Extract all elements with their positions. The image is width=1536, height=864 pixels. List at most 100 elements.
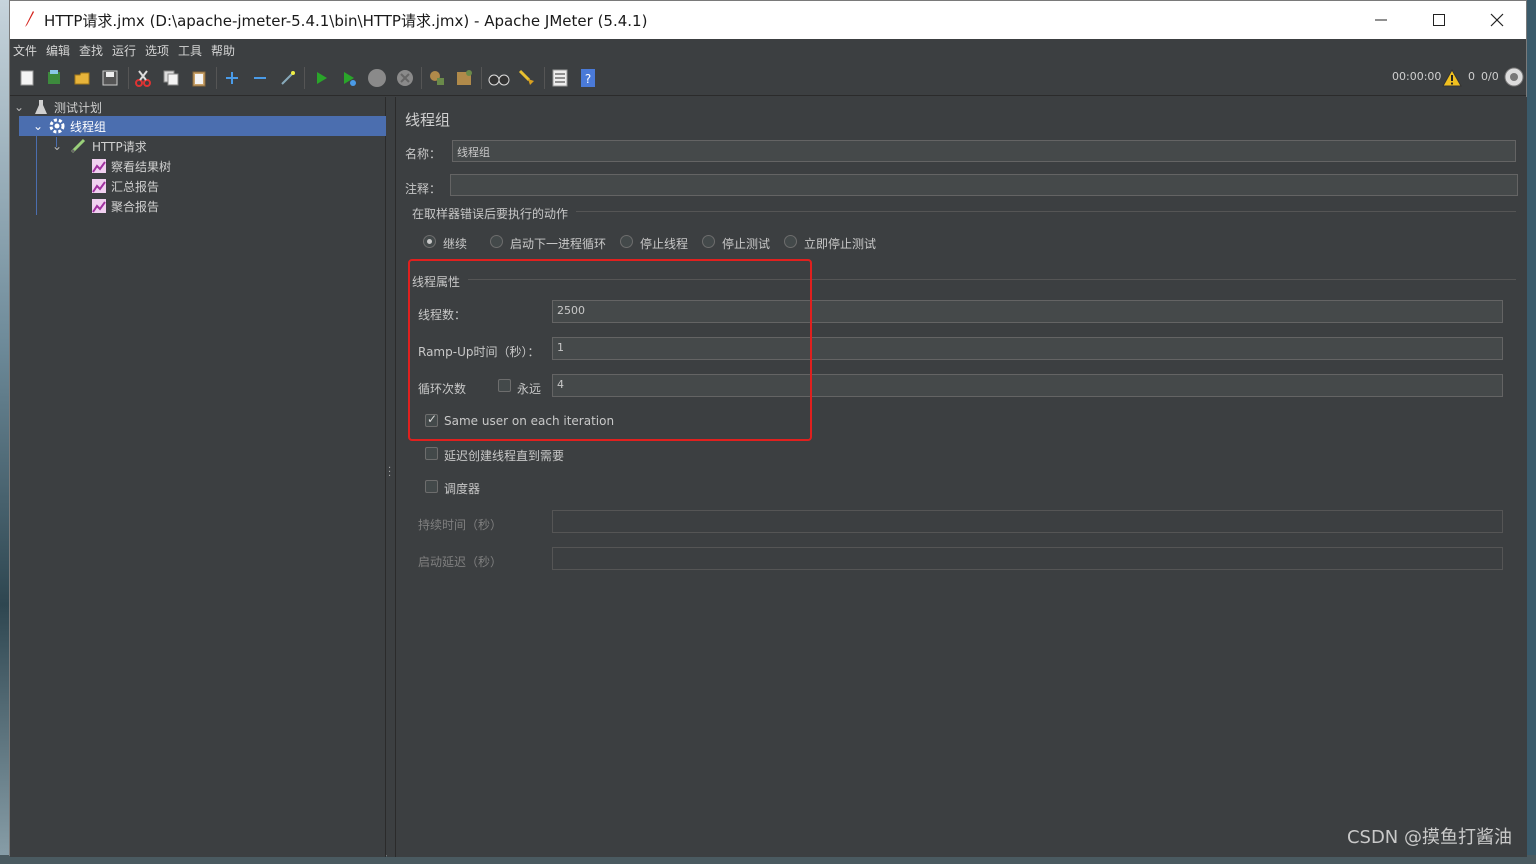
shutdown-icon bbox=[397, 70, 413, 86]
menu-tools[interactable]: 工具 bbox=[178, 42, 202, 59]
duration-input[interactable] bbox=[552, 510, 1503, 533]
chevron-down-icon[interactable]: ⌄ bbox=[52, 139, 66, 153]
plus-icon bbox=[226, 72, 238, 84]
broom-icon bbox=[518, 69, 534, 85]
open-folder-icon bbox=[74, 72, 90, 85]
help-book-icon: ? bbox=[581, 69, 595, 87]
play-icon bbox=[317, 72, 327, 84]
flask-icon bbox=[35, 100, 47, 114]
title-bar: HTTP请求.jmx (D:\apache-jmeter-5.4.1\bin\H… bbox=[10, 1, 1526, 39]
remote-status-icon bbox=[1504, 67, 1524, 87]
panel-heading: 线程组 bbox=[405, 111, 451, 129]
stop-button[interactable] bbox=[366, 67, 388, 89]
reset-search-button[interactable] bbox=[516, 67, 538, 89]
menu-bar: 文件 编辑 查找 运行 选项 工具 帮助 bbox=[10, 39, 1526, 60]
menu-search[interactable]: 查找 bbox=[79, 42, 103, 59]
copy-button[interactable] bbox=[160, 67, 182, 89]
chevron-down-icon[interactable]: ⌄ bbox=[14, 100, 28, 114]
search-button[interactable] bbox=[488, 67, 510, 89]
scissors-icon bbox=[135, 70, 151, 87]
open-button[interactable] bbox=[71, 67, 93, 89]
expand-all-button[interactable] bbox=[221, 67, 243, 89]
copy-icon bbox=[163, 70, 179, 86]
menu-options[interactable]: 选项 bbox=[145, 42, 169, 59]
new-button[interactable] bbox=[16, 67, 38, 89]
tree-item-label: 线程组 bbox=[70, 119, 107, 134]
radio-continue[interactable] bbox=[423, 235, 436, 248]
comment-input[interactable] bbox=[450, 174, 1518, 196]
test-plan-tree: ⌄ 测试计划 ⌄ 线程组 ⌄ HTTP请求 察看结果树 汇总报告 聚合报告 bbox=[10, 97, 386, 857]
menu-help[interactable]: 帮助 bbox=[211, 42, 235, 59]
tree-item-label: 汇总报告 bbox=[111, 179, 160, 194]
new-file-icon bbox=[20, 70, 34, 86]
save-icon bbox=[102, 70, 118, 86]
shutdown-button[interactable] bbox=[394, 67, 416, 89]
clear-button[interactable] bbox=[426, 67, 448, 89]
scheduler-label: 调度器 bbox=[444, 482, 481, 496]
name-label: 名称： bbox=[405, 147, 442, 161]
start-button[interactable] bbox=[310, 67, 332, 89]
function-helper-button[interactable] bbox=[549, 67, 571, 89]
tree-item-label: 测试计划 bbox=[54, 100, 103, 115]
startup-delay-label: 启动延迟（秒） bbox=[418, 555, 503, 569]
clear-all-button[interactable] bbox=[454, 67, 476, 89]
section-divider bbox=[576, 211, 1516, 212]
paste-icon bbox=[192, 71, 206, 87]
radio-stop-thread[interactable] bbox=[620, 235, 633, 248]
clear-all-icon bbox=[457, 70, 472, 85]
templates-button[interactable] bbox=[43, 67, 65, 89]
save-button[interactable] bbox=[99, 67, 121, 89]
tree-item-summary-report[interactable]: 汇总报告 bbox=[10, 176, 386, 196]
tree-item-thread-group[interactable]: ⌄ 线程组 bbox=[19, 116, 386, 136]
split-pane-divider[interactable]: · · · bbox=[387, 97, 396, 857]
radio-stop-test-now[interactable] bbox=[784, 235, 797, 248]
jmeter-window: HTTP请求.jmx (D:\apache-jmeter-5.4.1\bin\H… bbox=[9, 0, 1527, 857]
tree-item-view-results-tree[interactable]: 察看结果树 bbox=[10, 156, 386, 176]
radio-start-next-loop[interactable] bbox=[490, 235, 503, 248]
paste-button[interactable] bbox=[188, 67, 210, 89]
drag-handle-icon: · · · bbox=[388, 463, 392, 482]
startup-delay-input[interactable] bbox=[552, 547, 1503, 570]
play-no-timers-icon bbox=[344, 72, 356, 86]
radio-stop-test[interactable] bbox=[702, 235, 715, 248]
menu-edit[interactable]: 编辑 bbox=[46, 42, 70, 59]
tree-item-test-plan[interactable]: ⌄ 测试计划 bbox=[10, 97, 386, 117]
collapse-all-button[interactable] bbox=[249, 67, 271, 89]
binoculars-icon bbox=[488, 74, 510, 86]
menu-file[interactable]: 文件 bbox=[13, 42, 37, 59]
chevron-down-icon[interactable]: ⌄ bbox=[33, 119, 47, 133]
cut-button[interactable] bbox=[132, 67, 154, 89]
start-no-pause-button[interactable] bbox=[338, 67, 360, 89]
delay-create-label: 延迟创建线程直到需要 bbox=[444, 449, 565, 463]
toggle-button[interactable] bbox=[277, 67, 299, 89]
help-button[interactable]: ? bbox=[577, 67, 599, 89]
minimize-button[interactable] bbox=[1352, 1, 1410, 39]
radio-continue-label: 继续 bbox=[443, 237, 468, 251]
tree-item-label: 察看结果树 bbox=[111, 159, 172, 174]
scheduler-checkbox[interactable] bbox=[425, 480, 438, 493]
highlight-annotation-box bbox=[408, 259, 812, 441]
close-icon bbox=[1490, 13, 1504, 27]
clear-broom-icon bbox=[430, 71, 444, 85]
tree-item-http-request[interactable]: ⌄ HTTP请求 bbox=[10, 136, 386, 156]
thread-group-panel: 线程组 名称： 线程组 注释： 在取样器错误后要执行的动作 继续 启动下一进程循… bbox=[396, 97, 1527, 857]
toggle-wand-icon bbox=[281, 71, 295, 85]
close-button[interactable] bbox=[1468, 1, 1526, 39]
jmeter-feather-icon bbox=[25, 11, 34, 27]
graph-icon bbox=[92, 159, 106, 173]
watermark: CSDN @摸鱼打酱油 bbox=[1346, 827, 1512, 848]
maximize-button[interactable] bbox=[1410, 1, 1468, 39]
warning-count: 0 bbox=[1468, 70, 1475, 83]
delay-create-checkbox[interactable] bbox=[425, 447, 438, 460]
toolbar-separator bbox=[216, 67, 217, 89]
warning-icon[interactable] bbox=[1442, 69, 1462, 87]
toolbar: ? 00:00:00 0 0/0 bbox=[10, 60, 1526, 96]
desktop-background bbox=[0, 0, 9, 864]
name-input[interactable]: 线程组 bbox=[452, 140, 1516, 162]
tree-item-aggregate-report[interactable]: 聚合报告 bbox=[10, 196, 386, 216]
minimize-icon bbox=[1375, 19, 1387, 21]
toolbar-separator bbox=[304, 67, 305, 89]
toolbar-separator bbox=[421, 67, 422, 89]
menu-run[interactable]: 运行 bbox=[112, 42, 136, 59]
radio-start-next-loop-label: 启动下一进程循环 bbox=[510, 237, 607, 251]
